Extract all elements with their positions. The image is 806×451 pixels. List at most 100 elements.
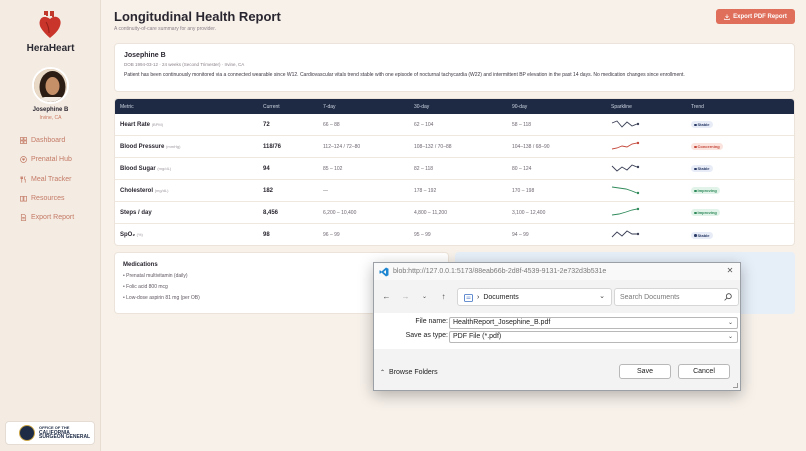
browse-folders-label: Browse Folders <box>389 369 438 376</box>
sparkline <box>611 186 640 194</box>
brand-name: HeraHeart <box>26 43 75 54</box>
metric-unit: (%) <box>136 232 143 237</box>
metric-unit: (mg/dL) <box>154 187 169 193</box>
file-name-row: File name: HealthReport_Josephine_B.pdf … <box>374 317 740 329</box>
current-value: 8,456 <box>263 209 279 216</box>
documents-folder-icon <box>464 293 473 302</box>
trend-label: Concerning <box>697 144 720 149</box>
metric-name: Blood Sugar <box>120 165 156 172</box>
dialog-titlebar[interactable]: blob:http://127.0.0.1:5173/88eab66b-2d8f… <box>374 263 740 280</box>
search-placeholder: Search Documents <box>620 293 680 301</box>
range-30day: 4,800 – 11,200 <box>414 209 447 216</box>
range-90day: 3,100 – 12,400 <box>512 209 546 216</box>
metric-unit: (mmHg) <box>166 143 181 149</box>
range-90day: 94 – 99 <box>512 232 529 238</box>
dialog-form: File name: HealthReport_Josephine_B.pdf … <box>374 313 740 349</box>
export-pdf-label: Export PDF Report <box>733 13 787 20</box>
col-trend: Trend <box>691 103 704 110</box>
chevron-down-icon[interactable]: ⌄ <box>599 292 605 300</box>
book-icon <box>20 195 27 202</box>
california-seal-icon <box>19 425 35 441</box>
table-row: Cholesterol (mg/dL) 182 — 178 – 192 170 … <box>115 180 794 202</box>
sidebar-item-label: Prenatal Hub <box>31 156 72 164</box>
sidebar-item-dashboard[interactable]: Dashboard <box>20 131 74 150</box>
chevron-down-icon[interactable]: ⌄ <box>728 332 733 342</box>
sidebar-item-resources[interactable]: Resources <box>20 189 74 208</box>
patient-name: Josephine B <box>124 52 166 59</box>
trend-label: Stable <box>697 122 710 127</box>
range-30day: 62 – 104 <box>414 121 434 128</box>
search-documents-input[interactable]: Search Documents <box>614 288 739 306</box>
sidebar-item-meal-tracker[interactable]: Meal Tracker <box>20 170 74 189</box>
export-pdf-button[interactable]: Export PDF Report <box>716 9 795 24</box>
recent-locations-chevron-icon[interactable]: ⌄ <box>418 290 431 303</box>
patient-card: Josephine B DOB 1994-03-12 · 24 weeks (S… <box>114 43 795 92</box>
sidebar-item-label: Export Report <box>31 214 75 222</box>
trend-label: Improving <box>697 188 717 193</box>
col-90day: 90-day <box>512 103 528 110</box>
col-7day: 7-day <box>323 103 336 110</box>
save-type-row: Save as type: PDF File (*.pdf) ⌄ <box>374 331 740 343</box>
sparkline <box>611 119 640 128</box>
metric-name: Steps / day <box>120 209 152 216</box>
avatar <box>32 67 69 104</box>
status-badge: Stable <box>691 231 713 239</box>
metrics-table: Metric Current 7-day 30-day 90-day Spark… <box>114 98 795 246</box>
range-30day: 178 – 192 <box>414 187 437 194</box>
sidebar-item-label: Meal Tracker <box>31 175 72 183</box>
patient-meta: DOB 1994-03-12 · 24 weeks (Second Trimes… <box>124 62 245 67</box>
metric-unit: (mg/dL) <box>157 165 172 171</box>
current-value: 98 <box>263 232 270 238</box>
cancel-button[interactable]: Cancel <box>678 364 730 379</box>
status-badge: Improving <box>691 187 720 194</box>
save-as-dialog: blob:http://127.0.0.1:5173/88eab66b-2d8f… <box>373 262 741 391</box>
chevron-down-icon[interactable]: ⌄ <box>728 318 733 328</box>
save-type-select[interactable]: PDF File (*.pdf) ⌄ <box>449 331 738 343</box>
save-type-label: Save as type: <box>405 332 448 339</box>
heart-circle-icon <box>20 156 27 164</box>
range-30day: 108–132 / 70–88 <box>414 143 452 150</box>
current-value: 118/76 <box>263 143 282 150</box>
forward-arrow-icon[interactable]: → <box>399 290 412 303</box>
current-value: 72 <box>263 121 270 128</box>
file-name-field[interactable]: HealthReport_Josephine_B.pdf ⌄ <box>449 317 738 329</box>
browse-folders-toggle[interactable]: ⌃ Browse Folders <box>380 369 438 376</box>
page-title: Longitudinal Health Report <box>114 9 281 24</box>
sidebar-item-label: Resources <box>31 195 65 203</box>
range-7day: 96 – 99 <box>323 232 340 238</box>
badge-line-3: SURGEON GENERAL <box>39 434 91 441</box>
search-icon <box>724 293 732 301</box>
status-badge: Stable <box>691 121 713 128</box>
back-arrow-icon[interactable]: ← <box>380 290 393 303</box>
col-current: Current <box>263 103 280 110</box>
metric-name: SpO₂ <box>120 232 135 238</box>
vscode-icon <box>379 267 389 276</box>
download-icon <box>724 13 730 20</box>
anatomical-heart-icon <box>39 11 61 38</box>
save-button[interactable]: Save <box>619 364 671 379</box>
table-header: Metric Current 7-day 30-day 90-day Spark… <box>115 99 794 114</box>
metric-name: Blood Pressure <box>120 143 165 150</box>
address-bar[interactable]: › Documents ⌄ <box>457 288 612 306</box>
grid-icon <box>20 137 27 145</box>
dialog-toolbar: ← → ⌄ ↑ › Documents ⌄ ↻ Search Documents <box>374 282 740 310</box>
status-badge: Improving <box>691 209 720 216</box>
table-row: Heart Rate (BPM) 72 66 – 88 62 – 104 58 … <box>115 114 794 136</box>
breadcrumb-separator: › <box>477 293 480 301</box>
sidebar: HeraHeart Josephine B Irvine, CA Dashboa… <box>0 0 101 451</box>
metric-name: Cholesterol <box>120 187 154 194</box>
trend-label: Improving <box>697 210 717 215</box>
sidebar-item-prenatal-hub[interactable]: Prenatal Hub <box>20 150 74 169</box>
sidebar-item-export-report[interactable]: Export Report <box>20 208 74 227</box>
file-name-label: File name: <box>415 318 448 325</box>
sparkline <box>611 163 640 172</box>
up-arrow-icon[interactable]: ↑ <box>437 290 450 303</box>
resize-grip[interactable] <box>733 383 738 388</box>
range-7day: 112–124 / 72–80 <box>323 143 361 150</box>
col-30day: 30-day <box>414 103 430 110</box>
range-7day: 6,200 – 10,400 <box>323 209 357 216</box>
utensils-icon <box>20 175 26 183</box>
range-7day: 85 – 102 <box>323 165 343 172</box>
close-icon[interactable]: ✕ <box>725 266 735 276</box>
range-30day: 82 – 118 <box>414 165 434 172</box>
